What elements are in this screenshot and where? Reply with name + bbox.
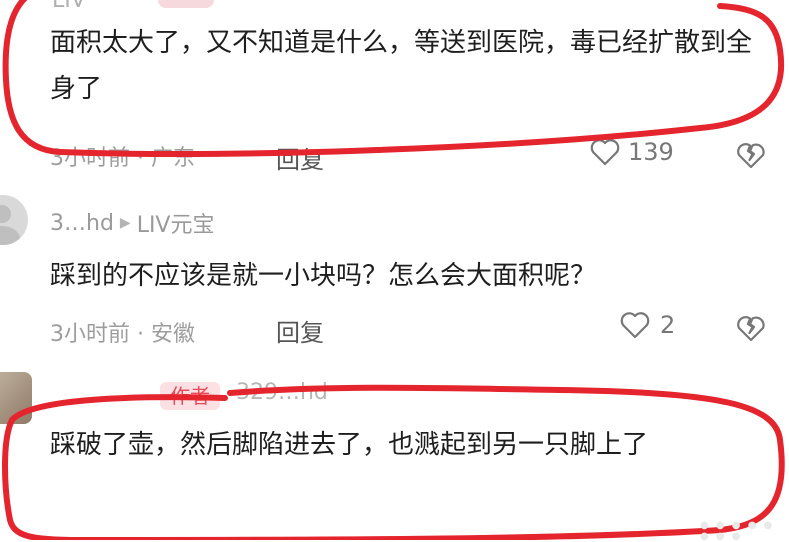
comment-2-meta: 3小时前 · 安徽 bbox=[50, 322, 195, 347]
comment-1-like-button[interactable]: 139 bbox=[590, 138, 674, 166]
broken-heart-icon bbox=[737, 143, 765, 169]
avatar[interactable] bbox=[0, 372, 32, 424]
author-badge: 作者 bbox=[160, 382, 220, 410]
avatar[interactable] bbox=[0, 195, 28, 245]
comment-2-text: 踩到的不应该是就一小块吗？怎么会大面积呢？ bbox=[50, 261, 597, 291]
play-arrow-icon: ▶ bbox=[119, 215, 131, 231]
comment-2-like-button[interactable]: 2 bbox=[620, 311, 675, 339]
comment-2-reply-target: LIV元宝 bbox=[136, 213, 215, 238]
comment-2-username-text: 3…hd bbox=[50, 210, 114, 236]
heart-outline-icon bbox=[620, 312, 650, 339]
comment-2-reply-button[interactable]: 回复 bbox=[276, 313, 324, 348]
page-indicator: ● ● ● ● ● ● ● ● bbox=[700, 520, 775, 542]
comment-3-reply-target[interactable]: 329…hd bbox=[236, 380, 328, 405]
comment-3-text: 踩破了壶，然后脚陷进去了，也溅起到另一只脚上了 bbox=[50, 430, 649, 460]
comment-1-like-count: 139 bbox=[628, 138, 674, 166]
comment-1-text: 面积太大了，又不知道是什么，等送到医院，毒已经扩散到全身了 bbox=[50, 28, 753, 104]
comment-2-username[interactable]: 3…hd ▶ LIV元宝 bbox=[50, 207, 214, 239]
comment-1-dislike-button[interactable] bbox=[735, 140, 767, 174]
broken-heart-icon bbox=[737, 316, 765, 342]
comment-1-meta: 3小时前 · 广东 bbox=[50, 146, 195, 171]
comment-1-badge bbox=[158, 0, 214, 8]
heart-outline-icon bbox=[590, 139, 620, 166]
comment-1-reply-button[interactable]: 回复 bbox=[276, 140, 324, 175]
comment-2-like-count: 2 bbox=[660, 311, 676, 339]
comment-2-dislike-button[interactable] bbox=[735, 313, 767, 347]
comment-1-username[interactable]: LIV bbox=[52, 0, 86, 13]
